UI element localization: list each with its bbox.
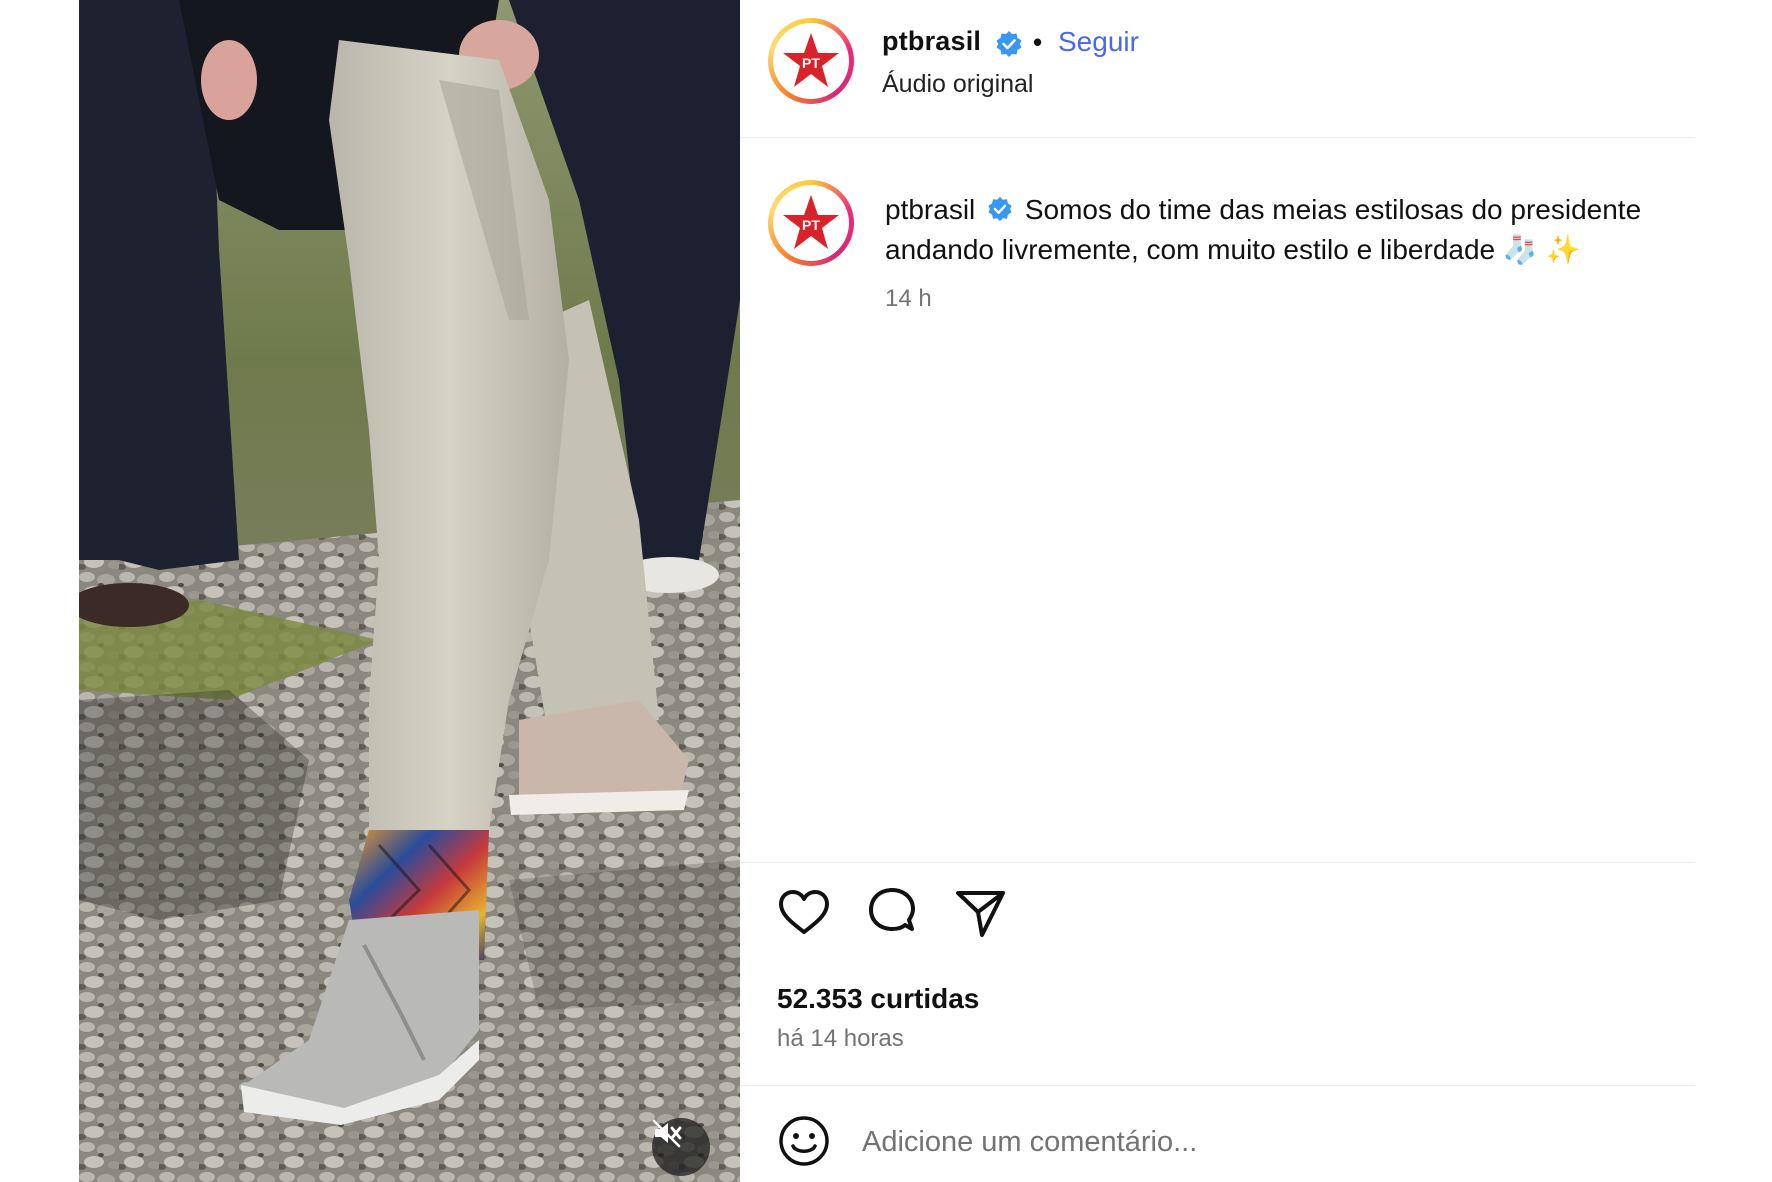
actions-divider — [740, 862, 1695, 863]
post-time-ago: há 14 horas — [777, 1025, 904, 1052]
smiley-icon[interactable] — [776, 1113, 832, 1169]
caption-avatar[interactable]: PT — [768, 180, 854, 266]
pt-star-logo: PT — [783, 33, 839, 87]
header-separator: • — [1033, 27, 1043, 57]
svg-text:PT: PT — [802, 55, 820, 71]
caption-timestamp[interactable]: 14 h — [885, 285, 932, 313]
caption-username[interactable]: ptbrasil — [885, 194, 975, 225]
verified-badge-icon — [988, 196, 1012, 222]
heart-icon[interactable] — [776, 885, 832, 941]
paper-plane-icon[interactable] — [952, 885, 1008, 941]
post-panel: PT ptbrasil • Seguir Áudio original PT p… — [740, 0, 1695, 1182]
header-divider — [740, 137, 1695, 138]
caption-text: ptbrasil Somos do time das meias estilos… — [885, 190, 1685, 270]
mute-button[interactable] — [652, 1118, 710, 1176]
speaker-muted-icon — [652, 1119, 682, 1148]
audio-link[interactable]: Áudio original — [882, 70, 1034, 99]
svg-text:PT: PT — [802, 217, 820, 233]
video-frame — [79, 0, 740, 1182]
follow-button[interactable]: Seguir — [1058, 26, 1139, 58]
like-count[interactable]: 52.353 curtidas — [777, 983, 979, 1015]
pt-star-logo: PT — [783, 195, 839, 249]
post-video[interactable] — [79, 0, 740, 1182]
author-username[interactable]: ptbrasil — [882, 26, 981, 57]
comment-bubble-icon[interactable] — [864, 885, 920, 941]
comment-input[interactable] — [862, 1120, 1642, 1164]
verified-badge-icon — [996, 31, 1022, 57]
author-avatar[interactable]: PT — [768, 18, 854, 104]
comment-divider — [740, 1085, 1695, 1086]
